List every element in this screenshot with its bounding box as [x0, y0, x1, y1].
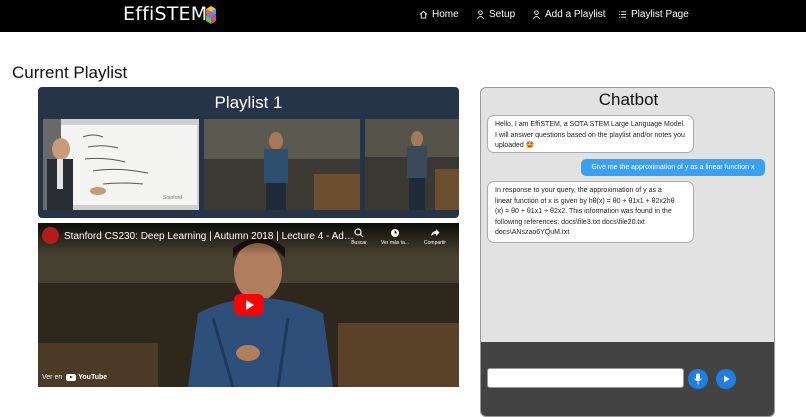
chat-message-line: In response to your query, the approxima… [495, 187, 662, 194]
chat-message-line: following references: docs\file3.txt doc… [495, 218, 645, 226]
chat-message-bot: In response to your query, the approxima… [487, 181, 694, 243]
watch-on-label: Ver en [42, 373, 63, 381]
play-button[interactable] [234, 294, 264, 315]
share-control[interactable]: Compartir [420, 228, 450, 246]
youtube-wordmark: YouTube [78, 373, 108, 381]
chat-message-line: linear function of x is given by hθ(x) =… [495, 197, 675, 205]
chat-message-bot: Hello, I am EffiSTEM, a SOTA STEM Large … [487, 115, 694, 153]
speaker-stage-image [365, 119, 459, 210]
nav-add-playlist[interactable]: Add a Playlist [532, 9, 606, 20]
playlist-thumbnail-2[interactable] [204, 119, 360, 210]
search-control[interactable]: Buscar [344, 228, 374, 246]
clock-icon [391, 229, 399, 237]
playlist-panel: Playlist 1 Stanford [38, 87, 459, 218]
brand-name[interactable]: EffiSTEM [123, 3, 207, 25]
user-icon [476, 10, 485, 19]
chat-message-user: Give me the approximation of y as a line… [581, 159, 765, 176]
watch-on-youtube[interactable]: Ver en YouTube [42, 370, 107, 384]
chat-input-bar [481, 342, 774, 416]
whiteboard-lecture-image: Stanford [43, 119, 199, 210]
youtube-play-icon [66, 373, 77, 381]
list-icon [618, 11, 627, 18]
watch-later-control[interactable]: Ver más ta... [380, 228, 410, 246]
microphone-icon [694, 373, 702, 385]
video-title[interactable]: Stanford CS230: Deep Learning | Autumn 2… [64, 231, 354, 242]
nav-playlist-page-label: Playlist Page [631, 9, 689, 20]
nav-playlist-page[interactable]: Playlist Page [618, 9, 689, 20]
search-icon [354, 228, 364, 238]
playlist-title: Playlist 1 [214, 93, 283, 112]
play-arrow-icon [724, 375, 730, 383]
navbar: EffiSTEM Home Setup Add a Playlist Playl… [0, 0, 806, 32]
nav-home[interactable]: Home [419, 9, 459, 20]
watch-later-label: Ver más ta... [380, 240, 410, 246]
share-icon [431, 229, 440, 236]
home-icon [419, 10, 428, 19]
nav-setup[interactable]: Setup [476, 9, 515, 20]
chatbot-panel: Chatbot Hello, I am EffiSTEM, a SOTA STE… [480, 87, 775, 417]
cube-logo-icon [206, 6, 216, 24]
nav-home-label: Home [432, 9, 459, 20]
youtube-logo: YouTube [66, 373, 108, 381]
share-label: Compartir [424, 240, 446, 246]
speaker-stage-image [204, 119, 360, 210]
chat-message-line: docs\ANszao6YQuM.txt [495, 229, 570, 236]
send-button[interactable] [716, 369, 736, 389]
playlist-thumbnail-1[interactable]: Stanford [43, 119, 199, 210]
stanford-channel-icon[interactable] [42, 227, 59, 244]
playlist-thumbnail-3[interactable] [365, 119, 459, 210]
nav-setup-label: Setup [489, 9, 516, 20]
chat-message-line: (x) = θ0 + θ1x1 + θ2x2. This information… [495, 208, 672, 215]
chatbot-title: Chatbot [598, 90, 659, 109]
video-player[interactable]: Stanford CS230: Deep Learning | Autumn 2… [38, 223, 459, 387]
nav-add-playlist-label: Add a Playlist [545, 9, 606, 20]
microphone-button[interactable] [688, 369, 708, 389]
svg-text:Stanford: Stanford [163, 195, 182, 201]
page-title: Current Playlist [12, 63, 128, 82]
search-label: Buscar [351, 240, 367, 246]
chat-input[interactable] [487, 368, 684, 388]
user-icon [532, 10, 541, 19]
